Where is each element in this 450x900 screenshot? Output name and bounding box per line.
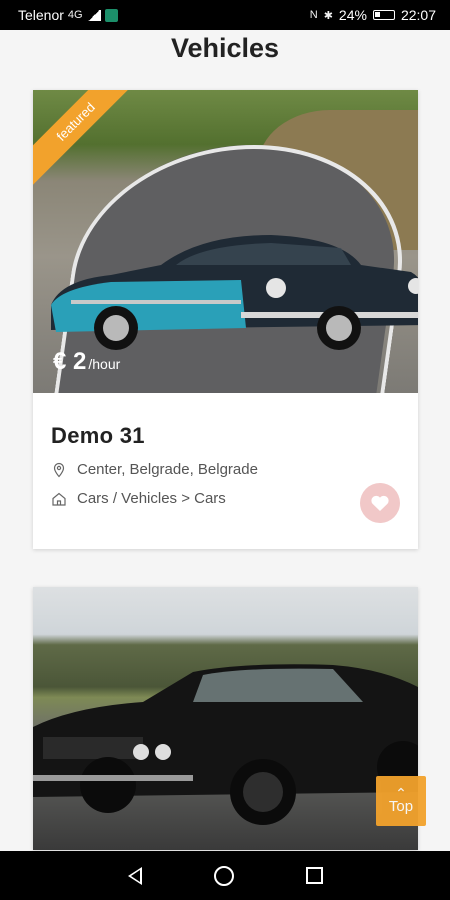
listing-photo[interactable]: featured € 2 /hour bbox=[33, 90, 418, 393]
system-nav-bar bbox=[0, 851, 450, 900]
price-unit: /hour bbox=[88, 356, 121, 372]
favorite-button[interactable] bbox=[360, 483, 400, 523]
scroll-top-button[interactable]: ⌃ Top bbox=[376, 776, 426, 826]
map-pin-icon bbox=[51, 462, 67, 478]
home-icon bbox=[51, 491, 67, 507]
carrier-name: Telenor bbox=[18, 7, 64, 23]
signal-icon bbox=[86, 9, 101, 21]
price-amount: € 2 bbox=[53, 348, 87, 375]
price-tag: € 2 /hour bbox=[53, 348, 120, 376]
page-title: Vehicles bbox=[170, 33, 280, 63]
listing-category: Cars / Vehicles > Cars bbox=[51, 490, 400, 507]
listing-card[interactable] bbox=[33, 587, 418, 850]
battery-icon bbox=[372, 10, 395, 20]
location-text: Center, Belgrade, Belgrade bbox=[77, 461, 258, 478]
car-image bbox=[51, 235, 418, 350]
category-text[interactable]: Cars / Vehicles > Cars bbox=[77, 490, 226, 507]
nfc-icon: N bbox=[309, 9, 318, 21]
status-bar: Telenor 4G N ✱ 24% 22:07 bbox=[0, 0, 450, 30]
recent-apps-icon[interactable] bbox=[305, 867, 323, 884]
chevron-up-icon: ⌃ bbox=[395, 784, 407, 801]
listing-location: Center, Belgrade, Belgrade bbox=[51, 461, 400, 478]
car-image bbox=[33, 664, 418, 825]
home-button-icon[interactable] bbox=[213, 865, 234, 886]
back-icon[interactable] bbox=[127, 866, 142, 885]
heart-icon bbox=[371, 495, 389, 511]
scroll-top-label: Top bbox=[388, 797, 414, 815]
listing-card[interactable]: featured € 2 /hour Demo 31 Center, Belgr… bbox=[33, 90, 418, 549]
network-type: 4G bbox=[67, 9, 83, 21]
listing-photo[interactable] bbox=[33, 587, 418, 850]
photo-background bbox=[33, 587, 418, 850]
battery-percent: 24% bbox=[338, 7, 367, 23]
listing-title[interactable]: Demo 31 bbox=[51, 423, 400, 449]
notification-app-icon bbox=[104, 8, 118, 22]
listing-details: Demo 31 Center, Belgrade, Belgrade Cars … bbox=[33, 393, 418, 523]
bluetooth-icon: ✱ bbox=[323, 9, 333, 22]
clock: 22:07 bbox=[400, 7, 436, 23]
